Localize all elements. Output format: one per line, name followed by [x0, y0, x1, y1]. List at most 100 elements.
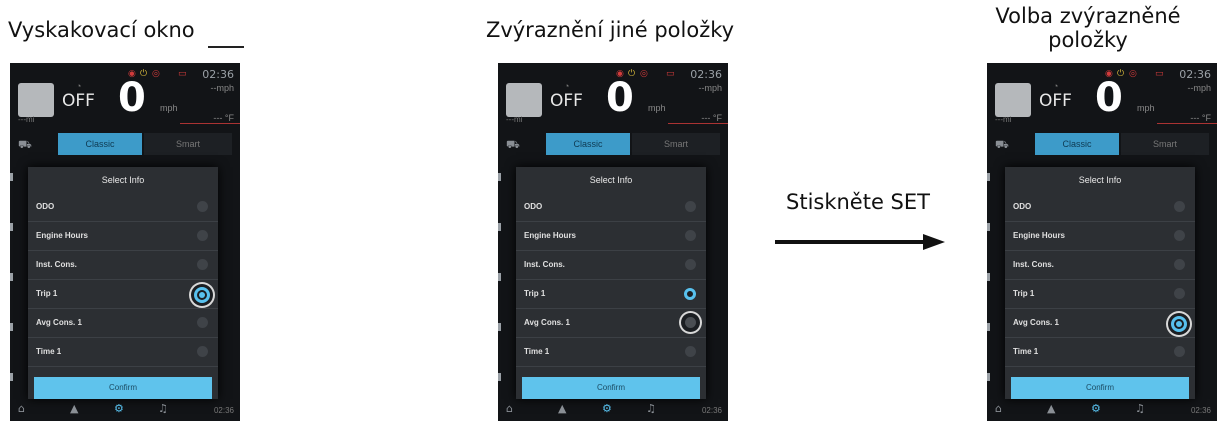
light-icon: ◔ [564, 81, 570, 91]
tab-smart[interactable]: Smart [1121, 133, 1209, 155]
list-item[interactable]: ODO [1005, 193, 1195, 222]
right-arrow-icon [775, 234, 945, 250]
list-item-label: Time 1 [1013, 347, 1039, 356]
radio-button[interactable] [197, 230, 208, 241]
cruise-status: OFF [1039, 91, 1072, 111]
radio-button[interactable] [1174, 288, 1185, 299]
radio-button[interactable] [685, 346, 696, 357]
tab-classic[interactable]: Classic [58, 133, 142, 155]
tab-classic[interactable]: Classic [1035, 133, 1119, 155]
speed-limit-unit: --mph [698, 83, 722, 93]
list-item[interactable]: Inst. Cons. [1005, 251, 1195, 280]
list-item-label: Avg Cons. 1 [36, 318, 82, 327]
list-item[interactable]: Trip 1 [28, 280, 218, 309]
list-item[interactable]: Avg Cons. 1 [1005, 309, 1195, 338]
tab-smart[interactable]: Smart [632, 133, 720, 155]
speed-readout: 0 [118, 75, 146, 121]
confirm-button[interactable]: Confirm [522, 377, 700, 399]
settings-icon[interactable]: ⚙ [114, 402, 124, 415]
speed-unit: mph [1137, 103, 1155, 113]
list-item-label: Time 1 [36, 347, 62, 356]
instruction-text: Stiskněte SET [786, 190, 930, 214]
settings-icon[interactable]: ⚙ [602, 402, 612, 415]
navigation-icon[interactable]: ▲ [70, 402, 78, 415]
home-icon[interactable]: ⌂ [506, 402, 513, 415]
radio-button[interactable] [197, 346, 208, 357]
caption-artifact-line [208, 46, 244, 48]
navigation-icon[interactable]: ▲ [1047, 402, 1055, 415]
temperature-readout: --- °F [1190, 113, 1211, 123]
list-item[interactable]: Trip 1 [516, 280, 706, 309]
tab-classic[interactable]: Classic [546, 133, 630, 155]
list-item-label: ODO [1013, 202, 1032, 211]
list-item[interactable]: Avg Cons. 1 [28, 309, 218, 338]
confirm-button[interactable]: Confirm [1011, 377, 1189, 399]
status-clock: 02:36 [690, 68, 722, 81]
device-screen-highlight: ◉ ⏻ ◎ ▭ 02:36 ◔ OFF 0 mph --mph ---mi --… [498, 63, 728, 421]
list-item[interactable]: Time 1 [28, 338, 218, 367]
battery-icon: ▭ [1155, 69, 1164, 79]
radio-button[interactable] [1174, 230, 1185, 241]
popup-title: Select Info [1078, 175, 1122, 185]
settings-icon[interactable]: ⚙ [1091, 402, 1101, 415]
radio-button[interactable] [197, 201, 208, 212]
bottom-nav: ⌂ ▲ ⚙ ♫ 02:36 [987, 399, 1217, 421]
music-icon[interactable]: ♫ [158, 402, 168, 415]
radio-button[interactable] [197, 259, 208, 270]
radio-button[interactable] [1174, 201, 1185, 212]
navigation-icon[interactable]: ▲ [558, 402, 566, 415]
list-item-label: Time 1 [524, 347, 550, 356]
list-item-label: Engine Hours [1013, 231, 1066, 240]
temperature-readout: --- °F [213, 113, 234, 123]
list-item[interactable]: Engine Hours [28, 222, 218, 251]
radio-button[interactable] [1171, 316, 1187, 332]
radio-button[interactable] [684, 288, 696, 300]
radio-button[interactable] [1174, 346, 1185, 357]
list-item[interactable]: Inst. Cons. [516, 251, 706, 280]
fuel-gauge [506, 83, 542, 117]
speed-unit: mph [648, 103, 666, 113]
home-icon[interactable]: ⌂ [18, 402, 25, 415]
motorcycle-icon: ⛟ [995, 139, 1009, 151]
radio-button[interactable] [1174, 259, 1185, 270]
list-item[interactable]: Engine Hours [1005, 222, 1195, 251]
select-info-popup: Select Info ODO Engine Hours Inst. Cons. Tr… [516, 167, 706, 399]
select-info-popup: Select Info ODO Engine Hours Inst. Cons. Tr… [28, 167, 218, 399]
list-item[interactable]: Time 1 [1005, 338, 1195, 367]
popup-title: Select Info [101, 175, 145, 185]
fuel-gauge [18, 83, 54, 117]
music-icon[interactable]: ♫ [646, 402, 656, 415]
caption-select-highlighted: Volba zvýrazněné položky [958, 4, 1218, 52]
confirm-button[interactable]: Confirm [34, 377, 212, 399]
music-icon[interactable]: ♫ [1135, 402, 1145, 415]
list-item-label: Avg Cons. 1 [524, 318, 570, 327]
radio-button[interactable] [685, 259, 696, 270]
list-item-label: Trip 1 [524, 289, 546, 298]
radio-button[interactable] [197, 317, 208, 328]
engine-icon: ◎ [1129, 69, 1137, 79]
radio-button[interactable] [685, 230, 696, 241]
list-item[interactable]: Avg Cons. 1 [516, 309, 706, 338]
status-clock: 02:36 [202, 68, 234, 81]
red-divider [668, 123, 728, 124]
temperature-readout: --- °F [701, 113, 722, 123]
motorcycle-icon: ⛟ [18, 139, 32, 151]
home-icon[interactable]: ⌂ [995, 402, 1002, 415]
list-item-label: Inst. Cons. [36, 260, 77, 269]
list-item[interactable]: Trip 1 [1005, 280, 1195, 309]
radio-button[interactable] [685, 201, 696, 212]
list-item[interactable]: ODO [28, 193, 218, 222]
fuel-gauge [995, 83, 1031, 117]
list-item[interactable]: Time 1 [516, 338, 706, 367]
radio-button[interactable] [194, 287, 210, 303]
bottom-nav: ⌂ ▲ ⚙ ♫ 02:36 [10, 399, 240, 421]
motorcycle-icon: ⛟ [506, 139, 520, 151]
list-item[interactable]: ODO [516, 193, 706, 222]
list-item-label: Engine Hours [36, 231, 89, 240]
tab-smart[interactable]: Smart [144, 133, 232, 155]
range-readout: ---mi [506, 115, 523, 124]
side-indicators [987, 173, 990, 413]
list-item[interactable]: Engine Hours [516, 222, 706, 251]
radio-button[interactable] [685, 317, 696, 328]
list-item[interactable]: Inst. Cons. [28, 251, 218, 280]
